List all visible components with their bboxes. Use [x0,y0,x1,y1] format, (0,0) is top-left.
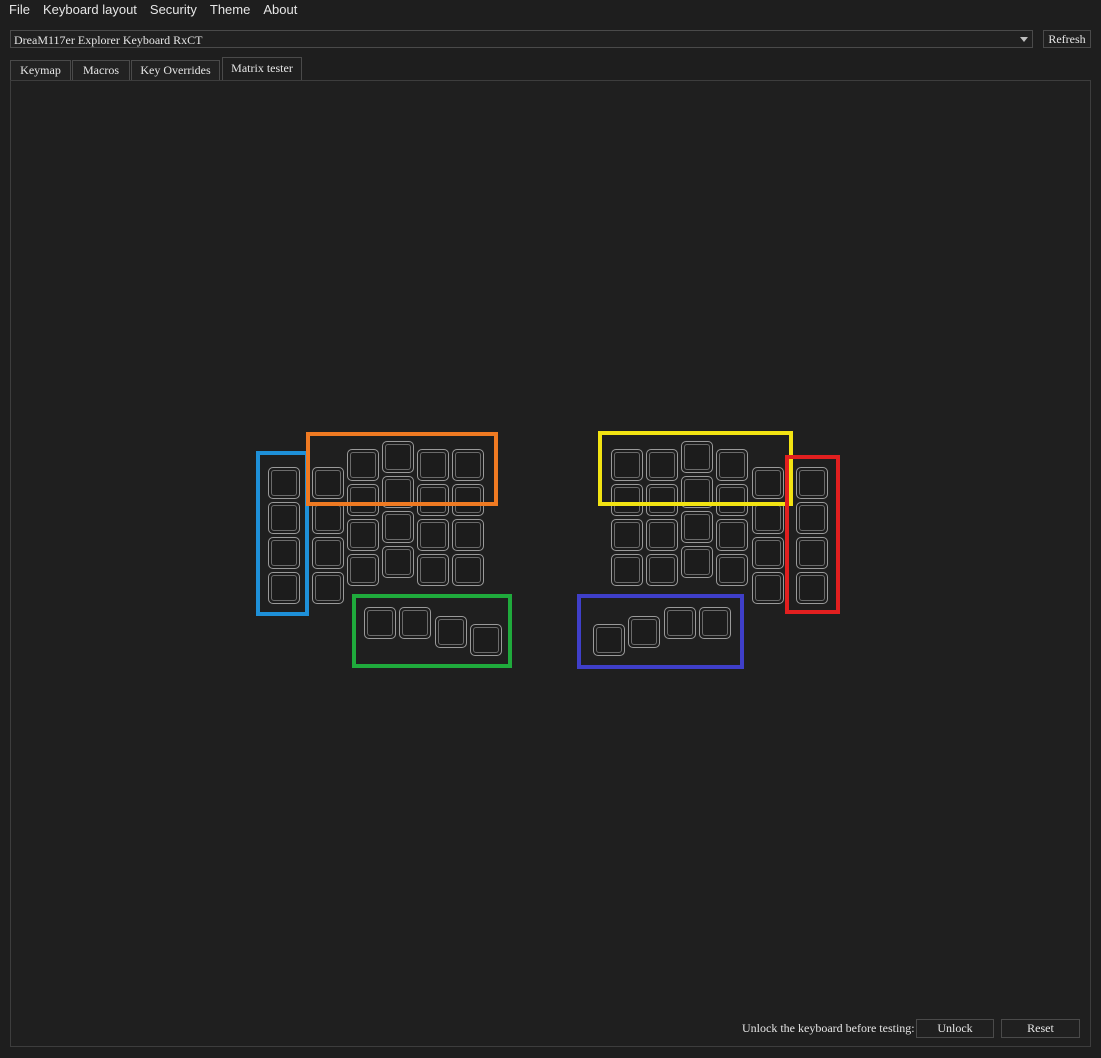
matrix-key [646,519,678,551]
app-window: File Keyboard layout Security Theme Abou… [0,0,1101,1058]
matrix-key [347,519,379,551]
device-row: DreaM117er Explorer Keyboard RxCT Refres… [0,28,1101,52]
matrix-key [716,554,748,586]
matrix-tester-panel [10,80,1091,1047]
highlight-right-pinky-column [785,455,840,614]
matrix-key [347,554,379,586]
matrix-key [752,502,784,534]
menu-theme[interactable]: Theme [203,0,256,22]
matrix-key [417,554,449,586]
highlight-left-pinky-column [256,451,309,616]
menu-bar: File Keyboard layout Security Theme Abou… [0,0,1101,22]
tab-key-overrides[interactable]: Key Overrides [131,60,220,80]
reset-button[interactable]: Reset [1001,1019,1080,1038]
device-select-value: DreaM117er Explorer Keyboard RxCT [14,33,203,47]
matrix-key [452,519,484,551]
chevron-down-icon [1020,37,1028,42]
matrix-key [611,554,643,586]
highlight-left-thumb-cluster [352,594,512,668]
matrix-key [312,502,344,534]
matrix-key [312,572,344,604]
device-select[interactable]: DreaM117er Explorer Keyboard RxCT [10,30,1033,48]
matrix-key [611,519,643,551]
menu-about[interactable]: About [256,0,303,22]
matrix-key [716,519,748,551]
matrix-key [382,546,414,578]
menu-keyboard-layout[interactable]: Keyboard layout [36,0,143,22]
matrix-key [681,546,713,578]
tab-keymap[interactable]: Keymap [10,60,71,80]
matrix-key [681,511,713,543]
menu-security[interactable]: Security [143,0,203,22]
matrix-key [752,572,784,604]
highlight-left-top-row [306,432,498,506]
matrix-key [752,537,784,569]
matrix-key [646,554,678,586]
matrix-key [452,554,484,586]
matrix-key [417,519,449,551]
refresh-button[interactable]: Refresh [1043,30,1091,48]
menu-file[interactable]: File [0,0,36,22]
unlock-button[interactable]: Unlock [916,1019,994,1038]
unlock-hint-text: Unlock the keyboard before testing: [742,1021,915,1035]
highlight-right-thumb-cluster [577,594,744,669]
highlight-right-top-row [598,431,793,506]
matrix-key [312,537,344,569]
matrix-key [382,511,414,543]
tab-macros[interactable]: Macros [72,60,130,80]
tab-matrix-tester[interactable]: Matrix tester [222,57,302,81]
